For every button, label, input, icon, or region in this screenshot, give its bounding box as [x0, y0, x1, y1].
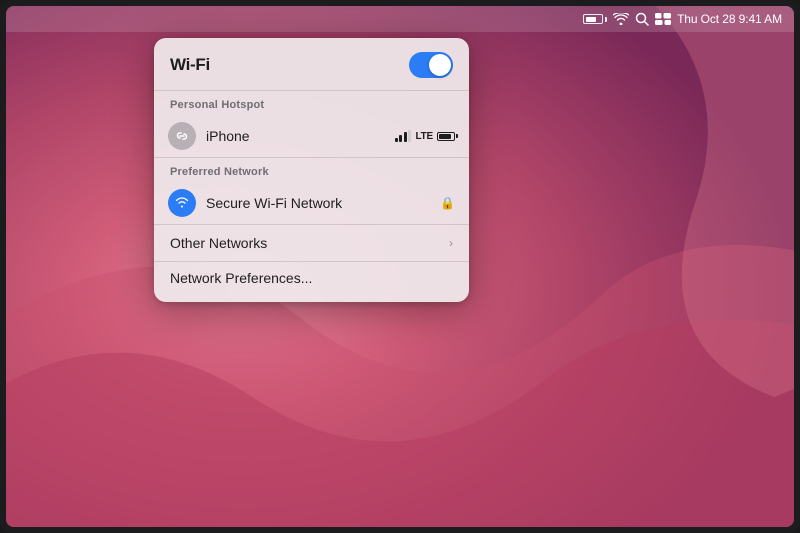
menu-bar-time: Thu Oct 28 9:41 AM [677, 12, 782, 26]
battery-fill [586, 17, 597, 22]
secure-wifi-name: Secure Wi-Fi Network [206, 195, 430, 211]
network-preferences-label: Network Preferences... [170, 270, 312, 286]
bar-2 [399, 135, 402, 142]
wifi-panel-title: Wi-Fi [170, 55, 210, 75]
menu-bar: Thu Oct 28 9:41 AM [6, 6, 794, 32]
wifi-panel: Wi-Fi Personal Hotspot iPhone [154, 38, 469, 302]
bar-1 [395, 138, 398, 142]
iphone-name: iPhone [206, 128, 385, 144]
signal-bars [395, 130, 412, 142]
battery-body [583, 14, 603, 24]
iphone-hotspot-row[interactable]: iPhone LTE [154, 115, 469, 157]
wifi-header: Wi-Fi [154, 52, 469, 90]
wifi-toggle[interactable] [409, 52, 453, 78]
battery-icon [583, 14, 607, 24]
toggle-thumb [429, 54, 451, 76]
chevron-right-icon: › [449, 236, 453, 250]
other-networks-row[interactable]: Other Networks › [154, 225, 469, 261]
battery-tip [605, 17, 607, 22]
bar-4 [408, 130, 411, 142]
secure-wifi-row[interactable]: Secure Wi-Fi Network 🔒 [154, 182, 469, 224]
iphone-status: LTE [395, 130, 455, 142]
network-preferences-row[interactable]: Network Preferences... [154, 262, 469, 298]
screen-inner: Thu Oct 28 9:41 AM Wi-Fi Personal Hotspo… [6, 6, 794, 527]
wifi-menubar-icon[interactable] [613, 13, 629, 25]
secure-wifi-icon [168, 189, 196, 217]
menu-bar-right: Thu Oct 28 9:41 AM [583, 12, 782, 26]
control-center-icon[interactable] [655, 13, 671, 25]
preferred-network-label: Preferred Network [154, 158, 469, 182]
lte-badge: LTE [415, 131, 433, 142]
hotspot-icon [168, 122, 196, 150]
hotspot-battery-fill [439, 134, 451, 139]
screen-bezel: Thu Oct 28 9:41 AM Wi-Fi Personal Hotspo… [0, 0, 800, 533]
personal-hotspot-label: Personal Hotspot [154, 91, 469, 115]
hotspot-battery [437, 132, 455, 141]
other-networks-label: Other Networks [170, 235, 267, 251]
bar-3 [404, 132, 407, 142]
search-menubar-icon[interactable] [635, 12, 649, 26]
lock-icon: 🔒 [440, 196, 455, 210]
